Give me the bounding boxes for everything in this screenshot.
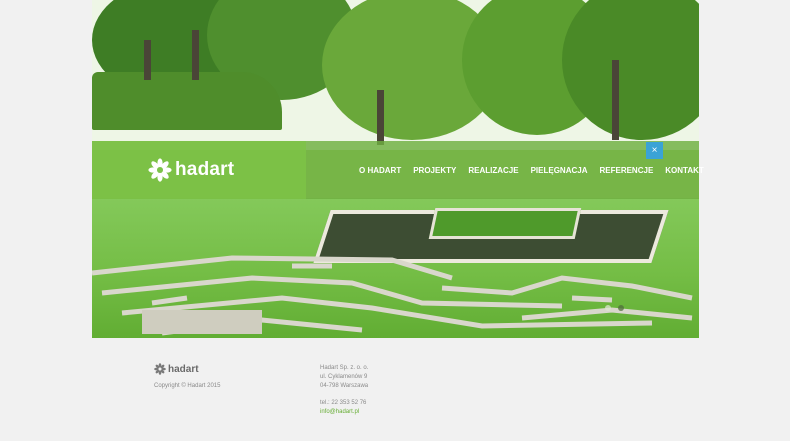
nav-item-realizacje[interactable]: REALIZACJE [468, 166, 518, 175]
flower-icon [154, 363, 166, 375]
brand-name: hadart [175, 159, 235, 180]
nav-item-o-hadart[interactable]: O HADART [359, 166, 401, 175]
nav-item-projekty[interactable]: PROJEKTY [413, 166, 456, 175]
street-address: ul. Cyklamenów 9 [320, 374, 368, 380]
nav-item-kontakt[interactable]: KONTAKT [665, 166, 704, 175]
copyright-text: Copyright © Hadart 2015 [154, 383, 221, 389]
close-button[interactable]: × [646, 142, 663, 159]
email-link[interactable]: info@hadart.pl [320, 408, 366, 417]
slider-dots [605, 305, 624, 311]
tree-trunk [377, 90, 384, 145]
slide-dot-active[interactable] [618, 305, 624, 311]
tree-trunk [144, 40, 151, 80]
company-name: Hadart Sp. z. o. o. [320, 365, 369, 371]
tree-trunk [192, 30, 199, 80]
phone-number: tel.: 22 353 52 76 [320, 400, 367, 406]
main-nav: O HADART PROJEKTY REALIZACJE PIELĘGNACJA… [359, 166, 716, 175]
footer-brand-name: hadart [168, 363, 199, 375]
nav-item-pielegnacja[interactable]: PIELĘGNACJA [531, 166, 588, 175]
city-address: 04-798 Warszawa [320, 383, 369, 389]
nav-item-referencje[interactable]: REFERENCJE [599, 166, 653, 175]
hedge-box [428, 208, 582, 239]
footer-logo[interactable]: hadart [154, 363, 199, 375]
company-address: Hadart Sp. z. o. o. ul. Cyklamenów 9 04-… [320, 364, 368, 391]
maze-paths [92, 255, 693, 336]
tree-trunk [612, 60, 619, 140]
flower-icon [148, 158, 172, 182]
close-icon: × [651, 145, 658, 156]
slide-dot[interactable] [605, 305, 611, 311]
contact-info: tel.: 22 353 52 76 info@hadart.pl [320, 399, 366, 417]
hedge [92, 72, 282, 130]
header-logo[interactable]: hadart [148, 158, 234, 182]
